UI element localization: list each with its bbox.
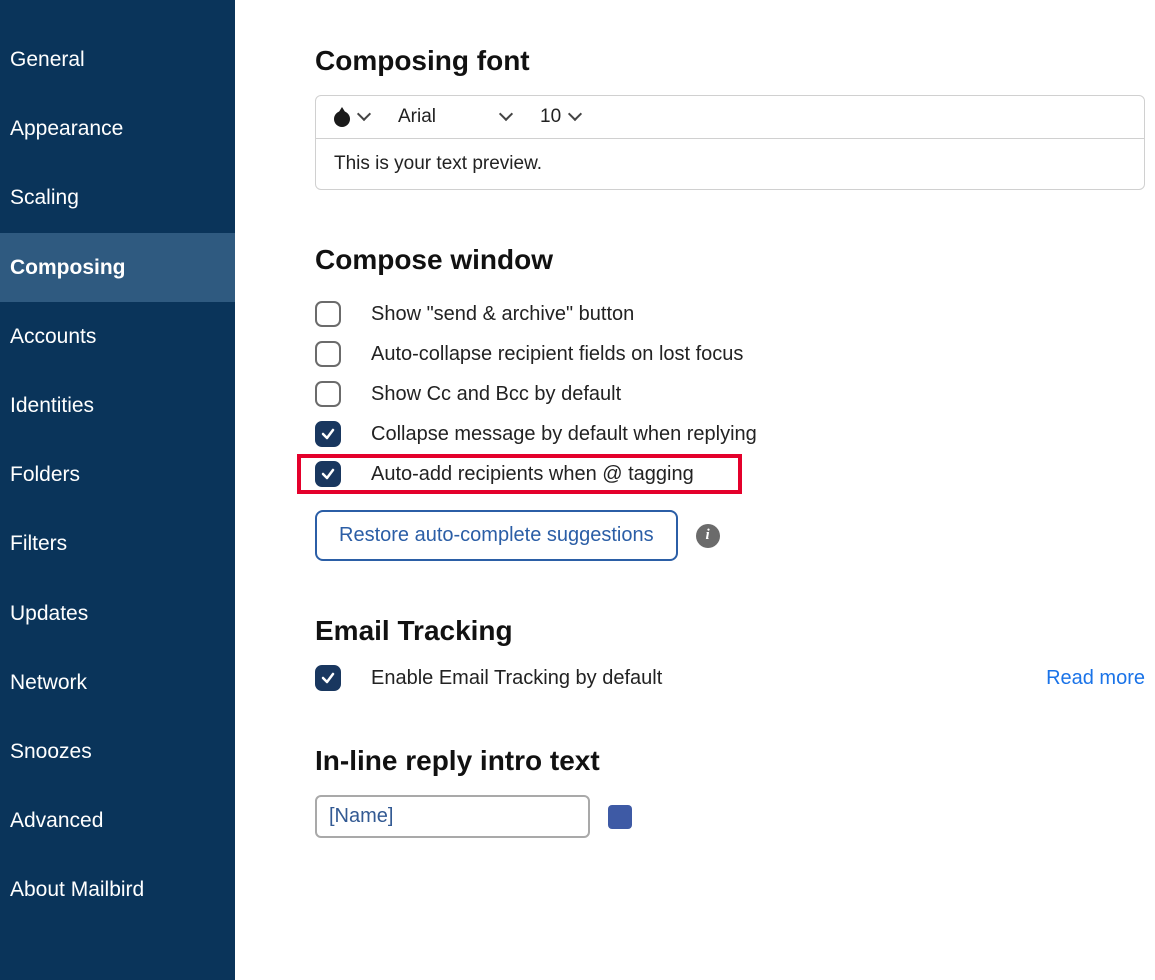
option-label: Enable Email Tracking by default	[371, 667, 662, 690]
sidebar-item-filters[interactable]: Filters	[0, 509, 235, 578]
option-send-archive: Show "send & archive" button	[315, 294, 1145, 334]
option-email-tracking: Enable Email Tracking by default	[315, 665, 662, 691]
font-size-value: 10	[540, 106, 561, 128]
font-size-select[interactable]: 10	[540, 106, 587, 128]
chevron-down-icon	[569, 111, 581, 123]
checkbox[interactable]	[315, 381, 341, 407]
option-auto-collapse: Auto-collapse recipient fields on lost f…	[315, 334, 1145, 374]
option-collapse-reply: Collapse message by default when replyin…	[315, 414, 1145, 454]
compose-window-title: Compose window	[315, 244, 1145, 276]
checkbox[interactable]	[315, 301, 341, 327]
font-toolbar: Arial 10	[316, 96, 1144, 139]
sidebar-item-general[interactable]: General	[0, 25, 235, 94]
font-preview-text: This is your text preview.	[316, 139, 1144, 189]
option-label: Show Cc and Bcc by default	[371, 383, 621, 406]
font-family-value: Arial	[398, 106, 436, 128]
sidebar-item-scaling[interactable]: Scaling	[0, 163, 235, 232]
composing-font-box: Arial 10 This is your text preview.	[315, 95, 1145, 190]
settings-sidebar: General Appearance Scaling Composing Acc…	[0, 0, 235, 980]
inline-reply-title: In-line reply intro text	[315, 745, 1145, 777]
font-color-picker[interactable]	[334, 107, 376, 127]
email-tracking-title: Email Tracking	[315, 615, 1145, 647]
sidebar-item-advanced[interactable]: Advanced	[0, 786, 235, 855]
option-show-cc-bcc: Show Cc and Bcc by default	[315, 374, 1145, 414]
settings-content: Composing font Arial 10 This is your tex…	[235, 0, 1155, 980]
checkbox[interactable]	[315, 665, 341, 691]
restore-autocomplete-button[interactable]: Restore auto-complete suggestions	[315, 510, 678, 561]
sidebar-item-appearance[interactable]: Appearance	[0, 94, 235, 163]
sidebar-item-snoozes[interactable]: Snoozes	[0, 717, 235, 786]
sidebar-item-folders[interactable]: Folders	[0, 440, 235, 509]
option-label: Auto-add recipients when @ tagging	[371, 463, 694, 486]
checkbox[interactable]	[315, 421, 341, 447]
compose-window-options: Show "send & archive" button Auto-collap…	[315, 294, 1145, 494]
checkbox[interactable]	[315, 341, 341, 367]
droplet-icon	[334, 107, 350, 127]
option-label: Collapse message by default when replyin…	[371, 423, 757, 446]
inline-reply-input[interactable]	[315, 795, 590, 838]
font-family-select[interactable]: Arial	[398, 106, 518, 128]
option-label: Show "send & archive" button	[371, 303, 634, 326]
inline-reply-color-swatch[interactable]	[608, 805, 632, 829]
read-more-link[interactable]: Read more	[1046, 667, 1145, 690]
sidebar-item-network[interactable]: Network	[0, 648, 235, 717]
checkbox[interactable]	[315, 461, 341, 487]
option-auto-add-recipients: Auto-add recipients when @ tagging	[297, 454, 742, 494]
sidebar-item-identities[interactable]: Identities	[0, 371, 235, 440]
sidebar-item-accounts[interactable]: Accounts	[0, 302, 235, 371]
composing-font-title: Composing font	[315, 45, 1145, 77]
info-icon[interactable]: i	[696, 524, 720, 548]
sidebar-item-composing[interactable]: Composing	[0, 233, 235, 302]
chevron-down-icon	[358, 111, 370, 123]
chevron-down-icon	[500, 111, 512, 123]
sidebar-item-updates[interactable]: Updates	[0, 579, 235, 648]
option-label: Auto-collapse recipient fields on lost f…	[371, 343, 743, 366]
sidebar-item-about[interactable]: About Mailbird	[0, 855, 235, 924]
